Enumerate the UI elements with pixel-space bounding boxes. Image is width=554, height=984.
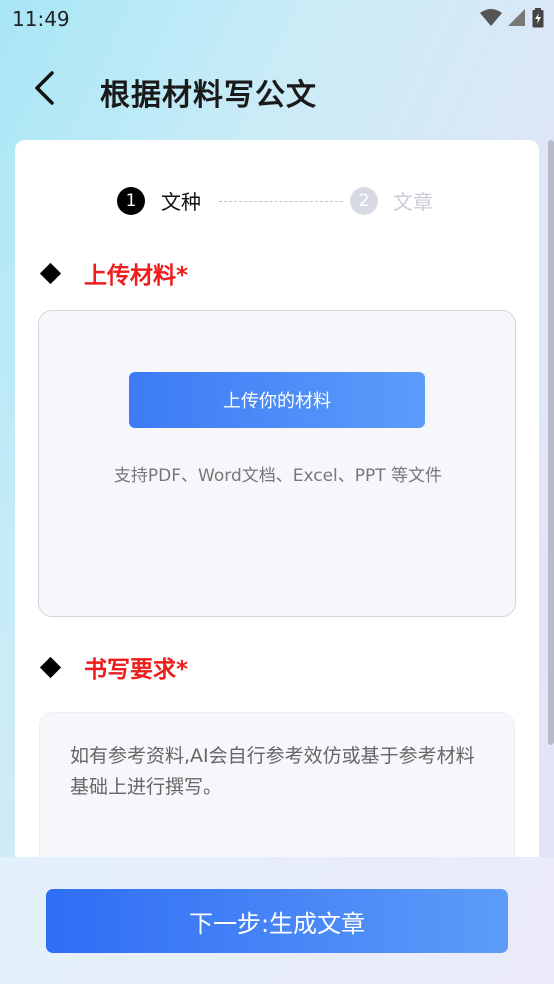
- battery-icon: [532, 8, 544, 28]
- back-button[interactable]: [22, 66, 66, 110]
- bottom-bar: 下一步:生成文章: [0, 857, 554, 984]
- requirements-section-label: 书写要求*: [84, 657, 189, 683]
- wifi-icon: [480, 9, 502, 26]
- step-indicator: 1 文种 2 文章: [115, 186, 455, 216]
- header: 根据材料写公文: [0, 58, 554, 118]
- upload-area[interactable]: 上传你的材料 支持PDF、Word文档、Excel、PPT 等文件: [38, 310, 516, 617]
- status-bar: 11:49: [0, 0, 554, 40]
- upload-material-button[interactable]: 上传你的材料: [129, 372, 425, 428]
- next-step-button[interactable]: 下一步:生成文章: [46, 889, 508, 953]
- step-2-number: 2: [350, 187, 378, 215]
- signal-icon: [508, 9, 525, 26]
- step-2-label: 文章: [393, 190, 433, 214]
- scrollbar[interactable]: [548, 140, 554, 745]
- upload-section-title: 上传材料*: [39, 256, 188, 290]
- upload-section-label: 上传材料*: [84, 263, 189, 289]
- step-1-label: 文种: [161, 190, 201, 214]
- step-connector: [219, 201, 343, 202]
- upload-hint: 支持PDF、Word文档、Excel、PPT 等文件: [113, 466, 443, 486]
- diamond-bullet-icon: [39, 262, 62, 284]
- requirements-placeholder: 如有参考资料,AI会自行参考效仿或基于参考材料基础上进行撰写。: [70, 745, 475, 798]
- page-title: 根据材料写公文: [100, 78, 317, 113]
- back-arrow-icon: [35, 71, 54, 105]
- requirements-section-title: 书写要求*: [39, 650, 188, 684]
- status-time: 11:49: [12, 7, 70, 31]
- diamond-bullet-icon: [39, 656, 62, 678]
- status-icons: [480, 8, 544, 28]
- step-1-number: 1: [117, 187, 145, 215]
